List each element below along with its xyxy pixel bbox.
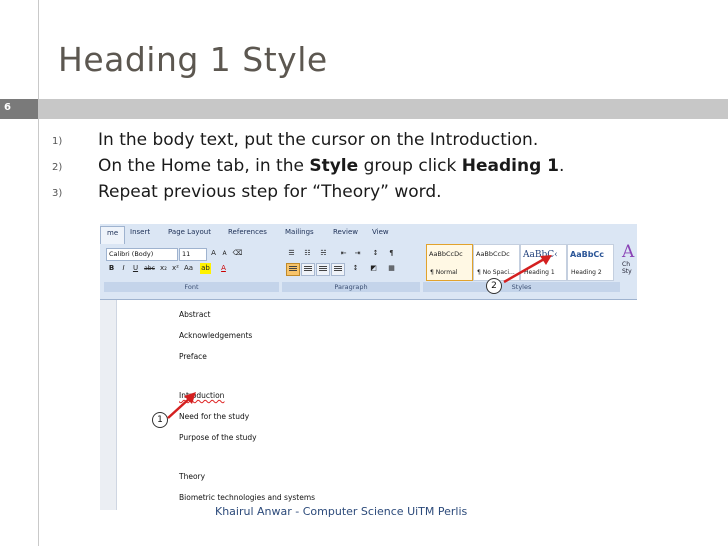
arrow-to-heading-1-icon: [503, 255, 552, 284]
font-name-box[interactable]: Calibri (Body): [106, 248, 178, 261]
line-spacing-icon[interactable]: ↕: [350, 263, 361, 274]
change-styles-label-1: Ch: [622, 261, 630, 268]
slide-footer: Khairul Anwar - Computer Science UiTM Pe…: [215, 505, 468, 518]
step-2-mid: group click: [358, 156, 462, 176]
word-screenshot: me Insert Page Layout References Mailing…: [100, 224, 637, 510]
list-item-text: On the Home tab, in the Style group clic…: [98, 156, 564, 176]
sort-icon[interactable]: ↕: [370, 248, 381, 259]
doc-line-theory[interactable]: Theory: [179, 472, 205, 481]
shrink-font-icon[interactable]: A: [219, 248, 230, 259]
change-case-icon[interactable]: Aa: [183, 263, 194, 274]
font-group-label: Font: [104, 282, 279, 292]
borders-icon[interactable]: ▦: [386, 263, 397, 274]
justify-button[interactable]: [331, 263, 345, 276]
document-margin: [100, 300, 117, 510]
subscript-icon[interactable]: x₂: [158, 263, 169, 274]
change-styles-icon: A: [622, 242, 635, 262]
shading-icon[interactable]: ◩: [368, 263, 379, 274]
ribbon-tabs: me Insert Page Layout References Mailing…: [100, 226, 637, 244]
style-preview: AaBbCc: [570, 250, 605, 259]
step-2-bold-style: Style: [309, 156, 359, 176]
style-name: Heading 2: [571, 269, 602, 276]
show-marks-icon[interactable]: ¶: [386, 248, 397, 259]
list-item-index: 3): [52, 188, 63, 199]
paragraph-group-label: Paragraph: [282, 282, 420, 292]
italic-icon[interactable]: I: [118, 263, 129, 274]
strikethrough-icon[interactable]: abc: [144, 263, 155, 274]
bold-icon[interactable]: B: [106, 263, 117, 274]
decrease-indent-icon[interactable]: ⇤: [338, 248, 349, 259]
style-name: ¶ Normal: [430, 269, 458, 276]
tab-insert[interactable]: Insert: [130, 228, 150, 236]
align-left-button[interactable]: [286, 263, 300, 276]
list-item-text: Repeat previous step for “Theory” word.: [98, 182, 442, 202]
doc-line-acknowledgements[interactable]: Acknowledgements: [179, 331, 252, 340]
numbering-icon[interactable]: ☷: [302, 248, 313, 259]
tab-review[interactable]: Review: [333, 228, 358, 236]
slide-number: 6: [4, 102, 11, 113]
tab-mailings[interactable]: Mailings: [285, 228, 314, 236]
font-group: Calibri (Body) 11 A A ⌫ B I U abc x₂ x² …: [104, 242, 279, 292]
highlight-icon[interactable]: ab: [200, 263, 211, 274]
underline-icon[interactable]: U: [130, 263, 141, 274]
bullets-icon[interactable]: ☰: [286, 248, 297, 259]
step-2-bold-heading: Heading 1: [461, 156, 559, 176]
grow-font-icon[interactable]: A: [208, 248, 219, 259]
style-card-heading-2[interactable]: AaBbCc Heading 2: [567, 244, 614, 281]
style-card-normal[interactable]: AaBbCcDc ¶ Normal: [426, 244, 473, 281]
doc-line-biometric[interactable]: Biometric technologies and systems: [179, 493, 315, 502]
change-styles-button[interactable]: A Ch Sty: [622, 244, 637, 284]
list-item-index: 2): [52, 162, 63, 173]
arrow-to-introduction-icon: [167, 392, 196, 419]
superscript-icon[interactable]: x²: [170, 263, 181, 274]
tab-view[interactable]: View: [372, 228, 389, 236]
doc-line-purpose[interactable]: Purpose of the study: [179, 433, 257, 442]
step-2-post: .: [559, 156, 565, 176]
font-size-box[interactable]: 11: [179, 248, 207, 261]
multilevel-list-icon[interactable]: ☵: [318, 248, 329, 259]
title-rule-bar: 6: [0, 99, 728, 119]
slide-title: Heading 1 Style: [58, 40, 328, 79]
tab-references[interactable]: References: [228, 228, 267, 236]
style-preview: AaBbCcDc: [429, 250, 463, 258]
left-guide-line: [38, 0, 39, 546]
doc-line-preface[interactable]: Preface: [179, 352, 207, 361]
paragraph-group: ☰ ☷ ☵ ⇤ ⇥ ↕ ¶ ↕ ◩ ▦ Paragraph: [282, 242, 420, 292]
change-styles-label-2: Sty: [622, 268, 632, 275]
align-right-button[interactable]: [316, 263, 330, 276]
font-color-icon[interactable]: A: [218, 263, 229, 274]
step-2-pre: On the Home tab, in the: [98, 156, 310, 176]
clear-format-icon[interactable]: ⌫: [232, 248, 243, 259]
slide-number-box: 6: [0, 99, 38, 119]
align-center-button[interactable]: [301, 263, 315, 276]
list-item-text: In the body text, put the cursor on the …: [98, 130, 539, 150]
increase-indent-icon[interactable]: ⇥: [352, 248, 363, 259]
tab-page-layout[interactable]: Page Layout: [168, 228, 211, 236]
list-item-index: 1): [52, 136, 63, 147]
doc-line-abstract[interactable]: Abstract: [179, 310, 210, 319]
